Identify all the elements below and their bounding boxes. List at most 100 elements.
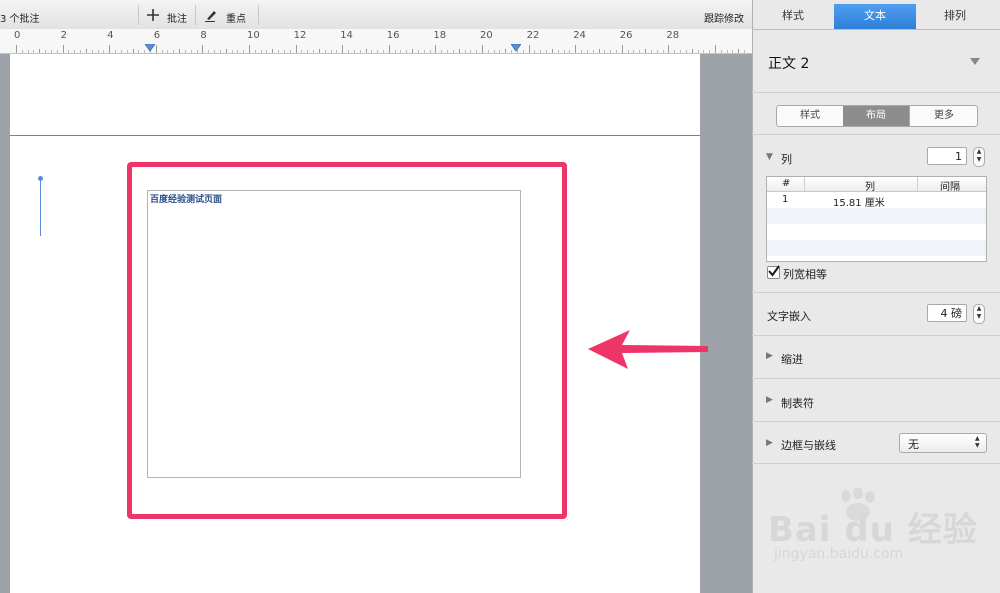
table-cell-width[interactable]: 15.81 厘米 [833,194,885,209]
borders-label: 边框与嵌线 [781,439,836,452]
ruler-minor-tick [406,50,408,53]
ruler-label: 16 [386,30,400,41]
ruler-label: 18 [433,30,447,41]
ruler-minor-tick [353,50,355,53]
ruler-minor-tick [534,50,536,53]
ruler-minor-tick [254,50,256,53]
track-changes-button[interactable]: 跟踪修改 [704,10,744,25]
ruler-minor-tick [283,50,285,53]
ruler-tick [225,49,227,53]
ruler-tick [16,45,17,53]
ruler-minor-tick [103,50,105,53]
ruler-minor-tick [359,50,361,53]
paragraph-style-name: 正文 2 [768,56,810,72]
tab-text[interactable]: 文本 [834,4,916,29]
ruler-minor-tick [126,50,128,53]
ruler-tick [62,45,64,53]
ruler-minor-tick [382,50,384,53]
ruler-minor-tick [604,50,606,53]
subtab-style[interactable]: 样式 [777,106,843,126]
tab-arrange[interactable]: 排列 [924,4,986,28]
columns-table: # 列 间隔 1 15.81 厘米 [766,176,987,262]
ruler-label: 6 [153,30,161,41]
ruler-minor-tick [697,50,699,53]
ruler-minor-tick [138,50,140,53]
ruler-minor-tick [674,50,676,53]
ruler-label: 24 [573,30,586,41]
borders-select[interactable]: 无 ▲ ▼ [899,433,987,453]
plus-icon [147,9,159,21]
ruler-minor-tick [685,50,687,53]
toolbar: 3 个批注 批注 重点 跟踪修改 [0,0,752,30]
ruler-tick [528,45,530,53]
highlight-label: 重点 [226,14,246,25]
table-row[interactable]: 1 15.81 厘米 [767,192,986,209]
ruler-minor-tick [196,50,198,53]
ruler-tick [482,45,483,53]
ruler-minor-tick [33,50,35,53]
indent-marker-icon[interactable] [511,44,521,52]
section-divider [752,421,1000,422]
pen-icon [205,11,216,22]
ruler-minor-tick [610,50,612,53]
ruler-minor-tick [487,50,489,53]
subtab-layout[interactable]: 布局 [843,106,909,126]
ruler-tick [318,49,320,53]
ruler-minor-tick [627,50,629,53]
ruler-minor-tick [540,50,542,53]
ruler-minor-tick [703,50,705,53]
table-row-empty [767,240,986,256]
subtab-control: 样式 布局 更多 [776,105,978,127]
ruler-minor-tick [260,50,262,53]
ruler-tick [668,45,670,53]
table-cell-num: 1 [782,194,789,205]
ruler-minor-tick [324,50,326,53]
ruler-tick [272,49,274,53]
ruler-minor-tick [563,50,565,53]
add-comment-button[interactable]: 批注 [145,6,187,25]
ruler-tick [715,45,716,53]
ruler-minor-tick [476,50,478,53]
ruler-tick [598,49,600,53]
indent-marker-icon[interactable] [145,44,155,52]
ruler-minor-tick [592,50,594,53]
text-cursor-handle[interactable] [38,176,43,181]
table-header-gap: 间隔 [940,182,960,193]
collapse-triangle-icon[interactable]: ▶ [766,438,773,448]
paragraph-style-selector[interactable]: 正文 2 [752,30,1000,92]
expand-triangle-icon[interactable]: ▼ [766,152,773,162]
indent-section[interactable]: ▶ 缩进 [752,336,1000,378]
ruler-tick [388,45,390,53]
ruler-tick [645,49,647,53]
stepper-arrows-icon[interactable]: ▲ ▼ [973,304,985,324]
ruler-minor-tick [74,50,76,53]
ruler-minor-tick [348,50,350,53]
columns-count-field[interactable]: 1 [927,147,967,165]
ruler-minor-tick [522,50,524,53]
ruler-label: 8 [200,30,207,41]
ruler-tick [365,49,367,53]
ruler-minor-tick [546,50,548,53]
highlight-frame [127,162,567,519]
ruler-tick [738,49,740,53]
text-inset-field[interactable]: 4 磅 [927,304,967,322]
ruler-tick [412,49,414,53]
section-divider [752,134,1000,135]
tab-style[interactable]: 样式 [763,4,823,28]
ruler-minor-tick [214,50,216,53]
ruler-minor-tick [680,50,682,53]
ruler-label: 22 [526,30,540,41]
equal-width-label: 列宽相等 [783,268,827,281]
ruler-minor-tick [167,50,169,53]
ruler-minor-tick [586,50,588,53]
comments-count-label: 3 个批注 [0,14,40,25]
add-comment-label: 批注 [167,14,187,25]
table-header-divider [804,177,805,191]
tab-stops-label: 制表符 [781,397,814,410]
stepper-arrows-icon[interactable]: ▲ ▼ [973,147,985,167]
tab-stops-section[interactable]: ▶ 制表符 [752,379,1000,421]
highlight-button[interactable]: 重点 [203,6,251,25]
subtab-more[interactable]: 更多 [909,106,977,126]
equal-width-checkbox[interactable] [767,265,780,279]
ruler-label: 10 [247,30,260,41]
